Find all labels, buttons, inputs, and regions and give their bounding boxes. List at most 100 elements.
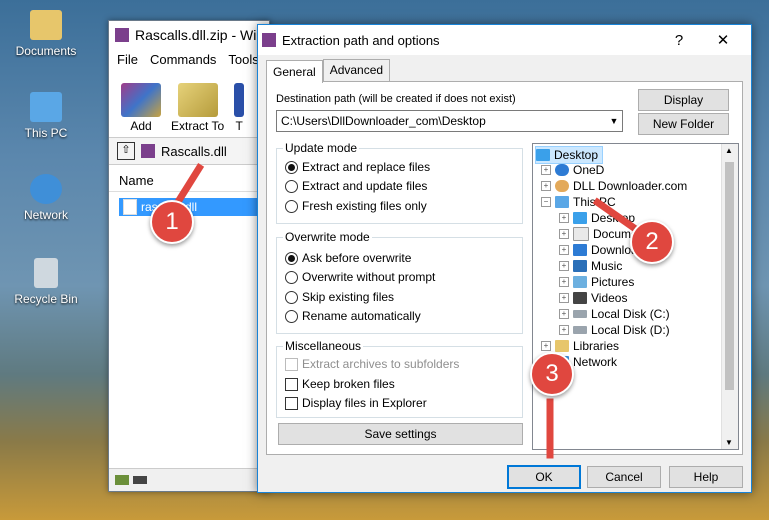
radio-ask-overwrite[interactable]: Ask before overwrite [285,251,411,265]
tree-scrollbar[interactable]: ▲ ▼ [721,144,738,449]
address-path: Rascalls.dll [161,143,227,159]
tree-item-videos[interactable]: + Videos [559,290,627,306]
folder-tree[interactable]: Desktop + OneD + DLL Downloader.com − This … [532,143,739,450]
checkbox-icon [285,377,298,391]
this-pc-icon [30,92,62,122]
tree-item-onedrive[interactable]: + OneD [541,162,604,178]
step-marker-1: 1 [150,200,194,244]
winrar-title: Rascalls.dll.zip - Wi [135,27,257,43]
desktop-icon-documents[interactable]: Documents [6,10,86,58]
tree-item-disk-d[interactable]: + Local Disk (D:) [559,322,670,338]
radio-overwrite-without-prompt[interactable]: Overwrite without prompt [285,270,435,284]
desktop-icon-recycle-bin[interactable]: Recycle Bin [6,258,86,306]
checkbox-label: Keep broken files [302,377,395,391]
checkbox-display-explorer[interactable]: Display files in Explorer [285,396,427,410]
radio-icon [285,309,298,323]
display-button[interactable]: Display [638,89,729,111]
tree-label: Videos [591,291,628,305]
radio-label: Skip existing files [302,290,395,304]
tree-label: DLL Downloader.com [573,179,688,193]
tab-advanced[interactable]: Advanced [322,59,391,82]
cancel-button[interactable]: Cancel [587,466,661,488]
radio-icon [285,199,298,213]
save-settings-button[interactable]: Save settings [278,423,523,445]
desktop-icon-this-pc[interactable]: This PC [6,92,86,140]
tree-label: Desktop [554,148,599,162]
menu-tools[interactable]: Tools [228,52,258,67]
radio-label: Overwrite without prompt [302,270,436,284]
expand-icon[interactable]: + [559,213,569,223]
checkbox-icon [285,357,298,371]
radio-icon [285,179,298,193]
overwrite-mode-group: Overwrite mode Ask before overwrite Over… [276,230,523,334]
downloads-icon [573,244,587,256]
menu-file[interactable]: File [117,52,138,67]
overwrite-mode-title: Overwrite mode [283,230,372,244]
expand-icon[interactable]: + [559,325,569,335]
tree-label: OneD [573,163,605,177]
pictures-icon [573,276,587,288]
tree-item-pictures[interactable]: + Pictures [559,274,634,290]
address-bar[interactable]: ⇧ Rascalls.dll [109,137,269,165]
radio-fresh-existing[interactable]: Fresh existing files only [285,199,427,213]
test-label: T [235,119,243,133]
radio-label: Rename automatically [302,309,421,323]
tree-item-disk-c[interactable]: + Local Disk (C:) [559,306,670,322]
desktop-icon-network[interactable]: Network [6,174,86,222]
expand-icon[interactable]: + [541,165,551,175]
toolbar: Add Extract To T [109,69,269,133]
up-folder-icon[interactable]: ⇧ [117,142,135,160]
test-button[interactable]: T [234,83,245,133]
scroll-up-icon[interactable]: ▲ [725,146,733,155]
scroll-thumb[interactable] [725,162,734,390]
tree-item-user[interactable]: + DLL Downloader.com [541,178,687,194]
expand-icon[interactable]: + [559,229,569,239]
radio-rename-auto[interactable]: Rename automatically [285,309,421,323]
ok-button[interactable]: OK [507,465,581,489]
winrar-icon [262,33,276,47]
tab-strip: General Advanced [266,59,391,83]
radio-label: Extract and replace files [302,160,431,174]
dialog-titlebar[interactable]: Extraction path and options ? ✕ [258,25,751,55]
tree-label: Local Disk (C:) [591,307,670,321]
checkbox-label: Display files in Explorer [302,396,427,410]
tree-label: Local Disk (D:) [591,323,670,337]
expand-icon[interactable]: + [541,341,551,351]
dest-path-combo[interactable]: C:\Users\DllDownloader_com\Desktop ▼ [276,110,623,132]
desktop-icon [536,149,550,161]
extract-label: Extract To [171,119,225,133]
radio-label: Ask before overwrite [302,251,412,265]
update-mode-group: Update mode Extract and replace files Ex… [276,141,523,224]
documents-icon [30,10,62,40]
expand-icon[interactable]: + [559,261,569,271]
tree-label: Network [573,355,618,369]
radio-extract-replace[interactable]: Extract and replace files [285,160,430,174]
misc-group: Miscellaneous Extract archives to subfol… [276,339,523,418]
help-title-button[interactable]: ? [657,25,701,55]
checkbox-extract-subfolders[interactable]: Extract archives to subfolders [285,357,459,371]
tab-general[interactable]: General [266,60,323,83]
step-marker-3: 3 [530,352,574,396]
help-button[interactable]: Help [669,466,743,488]
expand-icon[interactable]: + [559,245,569,255]
menu-commands[interactable]: Commands [150,52,216,67]
add-button[interactable]: Add [121,83,161,133]
expand-icon[interactable]: + [541,181,551,191]
radio-skip-existing[interactable]: Skip existing files [285,290,394,304]
extract-to-button[interactable]: Extract To [171,83,224,133]
expand-icon[interactable]: + [559,277,569,287]
checkbox-keep-broken[interactable]: Keep broken files [285,377,395,391]
chevron-down-icon[interactable]: ▼ [606,116,622,126]
radio-extract-update[interactable]: Extract and update files [285,179,427,193]
this-pc-icon [555,196,569,208]
winrar-titlebar[interactable]: Rascalls.dll.zip - Wi [109,21,269,49]
tree-item-music[interactable]: + Music [559,258,622,274]
add-archive-icon [121,83,161,117]
expand-icon[interactable]: + [559,293,569,303]
expand-icon[interactable]: + [559,309,569,319]
collapse-icon[interactable]: − [541,197,551,207]
scroll-down-icon[interactable]: ▼ [725,438,733,447]
checkbox-icon [285,396,298,410]
close-button[interactable]: ✕ [701,25,745,55]
new-folder-button[interactable]: New Folder [638,113,729,135]
